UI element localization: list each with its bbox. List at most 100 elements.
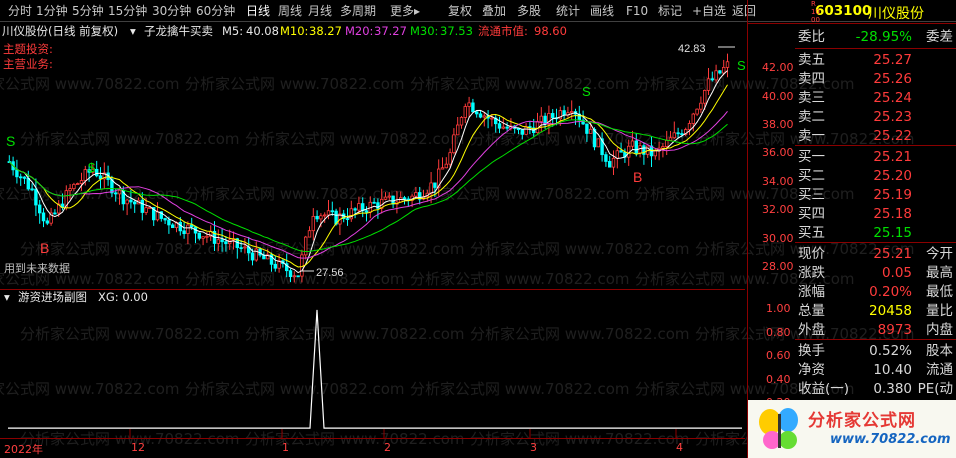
candle-body [429, 182, 433, 194]
candle-body [505, 126, 509, 129]
candle-body [710, 78, 714, 81]
candle-body [315, 215, 319, 220]
ask-4-row: 卖四 25.26 [748, 70, 956, 89]
chevron-down-icon[interactable]: ▾ [130, 23, 136, 39]
candle-body [45, 220, 49, 224]
candle-body [570, 111, 574, 114]
stat2-0-row: 换手 0.52% 股本 [748, 342, 956, 361]
tab-more[interactable]: 更多 [390, 3, 414, 19]
tab-30min[interactable]: 30分钟 [152, 3, 191, 19]
candle-body [463, 106, 467, 118]
tab-15min[interactable]: 15分钟 [108, 3, 147, 19]
header-stock: 川仪股份(日线 前复权) [2, 24, 119, 38]
ask-2-value: 25.23 [873, 109, 912, 125]
draw-line-button[interactable]: 画线 [590, 3, 614, 19]
logo-url: www.70822.com [830, 432, 951, 447]
candle-body [391, 195, 395, 205]
candle-body [205, 235, 209, 238]
tab-daily[interactable]: 日线 [246, 3, 270, 19]
candle-body [653, 150, 657, 157]
axis-label-1: 1 [282, 441, 289, 454]
candle-body [585, 123, 589, 134]
stat-4-row: 外盘 8973 内盘 [748, 321, 956, 340]
candlestick-chart[interactable]: B B S $ S S 42.83 27.56 用到未来数据 [0, 38, 745, 288]
candle-body [83, 169, 87, 181]
candle-body [319, 215, 323, 220]
bid-4-label: 买四 [798, 206, 825, 222]
divider [795, 145, 956, 146]
axis-label-4: 4 [676, 441, 683, 454]
chevron-down-icon[interactable]: ▾ [4, 290, 10, 305]
candle-body [95, 168, 99, 177]
ask-1-value: 25.22 [873, 128, 912, 144]
candle-body [273, 263, 277, 269]
bid-5-label: 买五 [798, 225, 825, 241]
candle-body [357, 203, 361, 211]
ask-3-row: 卖三 25.24 [748, 89, 956, 108]
weibi-row: 委比 -28.95% 委差 [748, 28, 956, 47]
tab-timeshare[interactable]: 分时 [8, 3, 32, 19]
tab-weekly[interactable]: 周线 [278, 3, 302, 19]
ma30-line [8, 119, 728, 253]
stock-code: 603100 [815, 3, 872, 19]
bid-5-row: 买五 25.15 [748, 224, 956, 243]
tab-60min[interactable]: 60分钟 [196, 3, 235, 19]
stat2-0-tail: 股本 [926, 343, 953, 359]
stat2-0-label: 换手 [798, 343, 825, 359]
candle-body [478, 113, 483, 118]
axis-label-2: 2 [384, 441, 391, 454]
candle-body [178, 221, 182, 232]
high-price-label: 42.83 [678, 43, 706, 55]
header-indicator[interactable]: 子龙擒牛买卖 [144, 23, 213, 39]
stat-1-label: 涨跌 [798, 265, 825, 281]
tab-1min[interactable]: 1分钟 [36, 3, 68, 19]
overlay-button[interactable]: 叠加 [482, 3, 506, 19]
candle-body [539, 115, 543, 122]
sub-indicator-chart[interactable] [0, 304, 745, 438]
candle-body [311, 215, 315, 232]
candle-body [144, 207, 148, 213]
candle-body [718, 70, 722, 74]
sub-chart-title[interactable]: 游资进场副图 [18, 290, 87, 305]
stat-2-value: 0.20% [869, 284, 912, 300]
candle-body [38, 204, 42, 214]
candle-body [596, 138, 600, 148]
tab-5min[interactable]: 5分钟 [72, 3, 104, 19]
stat-4-value: 8973 [877, 322, 912, 338]
ma5-label: M5: [222, 24, 244, 38]
bid-1-row: 买一 25.21 [748, 148, 956, 167]
candle-body [608, 161, 612, 168]
divider [795, 339, 956, 340]
candle-body [224, 241, 228, 245]
f10-button[interactable]: F10 [626, 3, 648, 19]
tab-monthly[interactable]: 月线 [308, 3, 332, 19]
candle-body [471, 102, 475, 113]
sell-signal: S [582, 84, 591, 99]
ask-4-value: 25.26 [873, 71, 912, 87]
buy-signal: B [40, 240, 49, 256]
candle-body [440, 167, 445, 170]
xg-value: XG: 0.00 [98, 290, 148, 304]
candle-body [444, 163, 448, 169]
market-badge: R 1000 [811, 0, 820, 24]
candle-body [220, 239, 224, 243]
stat2-2-value: 0.380 [873, 381, 912, 397]
ask-5-value: 25.27 [873, 52, 912, 68]
ask-5-label: 卖五 [798, 52, 825, 68]
site-logo: 分析家公式网 www.70822.com [748, 400, 956, 458]
candle-body [307, 230, 312, 238]
candle-body [167, 219, 171, 226]
candle-body [292, 275, 296, 278]
statistics-button[interactable]: 统计 [556, 3, 580, 19]
restore-rights-button[interactable]: 复权 [448, 3, 472, 19]
mark-button[interactable]: 标记 [658, 3, 682, 19]
candle-body [668, 137, 673, 141]
multi-stock-button[interactable]: 多股 [517, 3, 541, 19]
tab-multi-period[interactable]: 多周期 [340, 3, 376, 19]
add-watchlist-button[interactable]: +自选 [692, 3, 726, 19]
bid-4-row: 买四 25.18 [748, 205, 956, 224]
candle-body [459, 117, 464, 126]
stat2-2-label: 收益(一) [798, 381, 850, 397]
candle-body [364, 210, 369, 213]
candle-body [18, 176, 23, 179]
